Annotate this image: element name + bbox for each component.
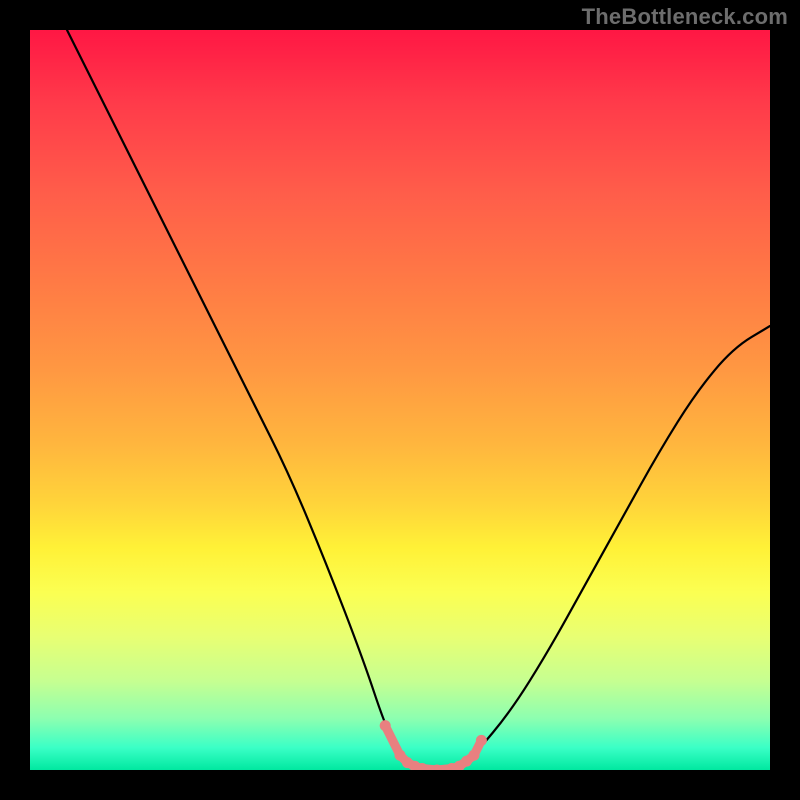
bottleneck-curve xyxy=(67,30,770,770)
plot-area xyxy=(30,30,770,770)
curve-markers xyxy=(380,720,487,770)
watermark-text: TheBottleneck.com xyxy=(582,4,788,30)
curve-marker xyxy=(380,720,391,731)
chart-frame: TheBottleneck.com xyxy=(0,0,800,800)
curve-marker xyxy=(469,750,480,761)
curve-layer xyxy=(30,30,770,770)
curve-marker xyxy=(476,735,487,746)
